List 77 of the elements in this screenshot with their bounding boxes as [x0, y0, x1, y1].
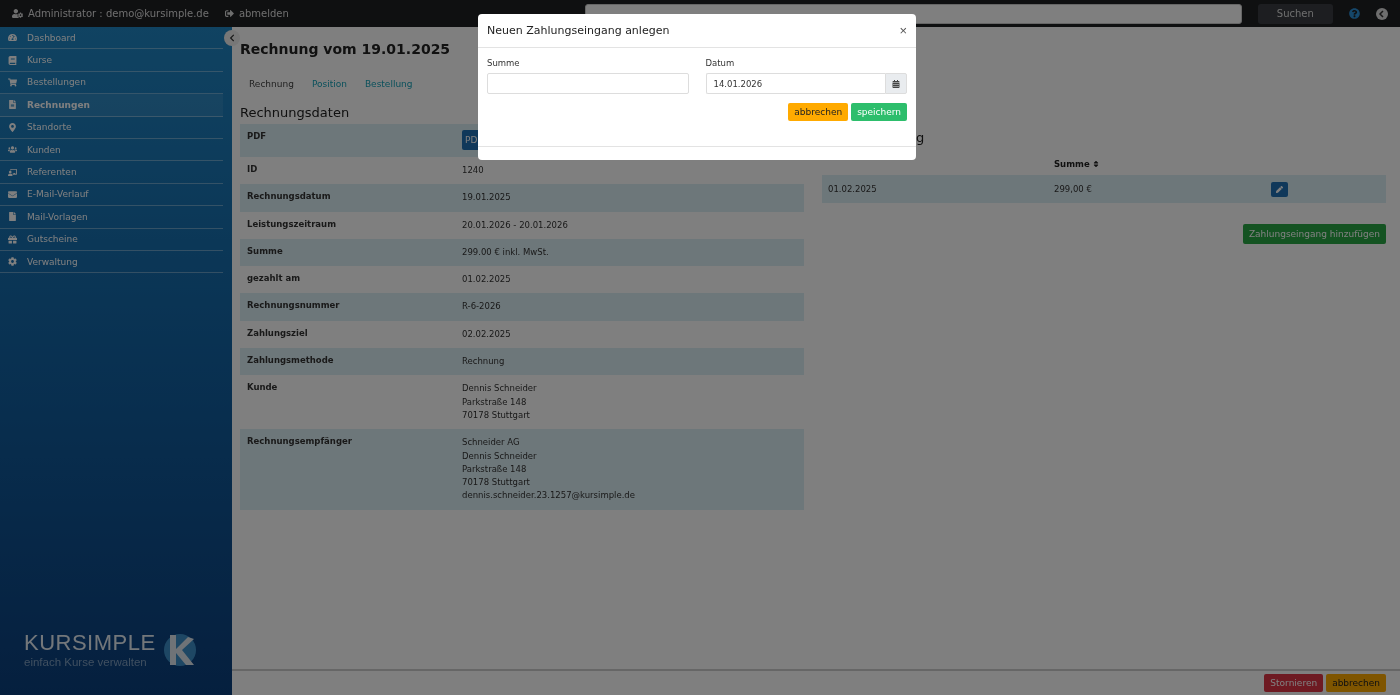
sidebar-item[interactable]: Mail-Vorlagen [0, 206, 223, 229]
edit-button[interactable] [1271, 181, 1288, 197]
footer-button[interactable]: Stornieren [1264, 674, 1324, 692]
table-cell-text: 299,00 € [1054, 184, 1093, 194]
envelope-icon [8, 189, 17, 199]
sort-icon [1091, 160, 1100, 168]
user-text: Administrator : demo@kursimple.de [28, 8, 209, 19]
page-title: Rechnung vom 19.01.2025 [240, 41, 452, 57]
sidebar-item[interactable]: Kunden [0, 138, 223, 162]
field-label: PDF [247, 131, 268, 143]
add-payment-button[interactable]: Zahlungseingang hinzufügen [1242, 224, 1386, 244]
sidebar-item[interactable]: Verwaltung [0, 250, 223, 274]
field-label: Zahlungsmethode [247, 355, 335, 368]
sidebar-item[interactable]: Kurse [0, 49, 223, 72]
field-label: Datum [705, 58, 736, 68]
field-label: Rechnungsempfänger [247, 436, 353, 449]
pencil-icon [1276, 185, 1283, 193]
tab[interactable]: Position [302, 75, 356, 93]
book-icon [8, 55, 17, 65]
field-value: 20.01.2026 - 20.01.2026 [462, 218, 568, 232]
logo-tagline: einfach Kurse verwalten [24, 656, 148, 668]
logout-icon [224, 9, 234, 18]
users-icon [8, 145, 17, 155]
dialog-button[interactable]: speichern [851, 103, 907, 121]
close-button[interactable]: × [899, 23, 907, 38]
field-value: 02.02.2025 [462, 327, 511, 341]
chevron-left-icon [228, 34, 236, 42]
field-label: Summe [487, 58, 521, 68]
cart-icon [8, 77, 17, 87]
tab[interactable]: Rechnung [240, 75, 303, 93]
calendar-icon [892, 79, 900, 88]
field-value: Rechnung [462, 355, 505, 369]
field-label: Rechnungsnummer [247, 300, 341, 313]
field-value: 01.02.2025 [462, 273, 511, 287]
field-label: Rechnungsdatum [247, 191, 332, 204]
section-heading: g [916, 130, 926, 145]
file-icon [8, 212, 17, 222]
field-label: Summe [247, 245, 284, 258]
field-label: ID [247, 164, 259, 176]
sidebar-toggle[interactable] [224, 30, 240, 46]
field-value: 1240 [462, 164, 484, 177]
tab[interactable]: Bestellung [355, 75, 422, 93]
field-value: 299.00 € inkl. MwSt. [462, 245, 549, 259]
search-button[interactable]: Suchen [1257, 3, 1333, 24]
footer-button[interactable]: abbrechen [1326, 674, 1386, 692]
sidebar-item[interactable]: Gutscheine [0, 228, 223, 251]
field-label: Leistungszeitraum [247, 218, 337, 231]
field-label: Kunde [247, 382, 279, 395]
field-value: Dennis Schneider Parkstraße 148 70178 Stuttgart [462, 382, 537, 422]
sidebar-item[interactable]: Bestellungen [0, 71, 223, 95]
sidebar-item[interactable]: E-Mail-Verlauf [0, 183, 223, 207]
sidebar-item[interactable]: Dashboard [0, 27, 223, 50]
table-cell-text: 01.02.2025 [828, 184, 878, 194]
column-header[interactable]: Summe [1054, 159, 1100, 169]
user-gear-icon [12, 8, 23, 19]
calendar-button[interactable] [885, 73, 907, 94]
field-label: Zahlungsziel [247, 327, 309, 340]
gear-icon [8, 257, 17, 267]
date-field[interactable]: 14.01.2026 [705, 73, 885, 94]
logo-name: KURSIMPLE [24, 630, 156, 656]
field-value: Schneider AG Dennis Schneider Parkstraße 148 70178 Stuttgart dennis.schneider.23.1257@kursimple.de [462, 436, 635, 503]
gauge-icon [8, 33, 17, 43]
field-value: 19.01.2025 [462, 191, 511, 205]
sidebar-item[interactable]: Referenten [0, 161, 223, 184]
logout-link[interactable]: abmelden [224, 8, 289, 19]
collapse-icon[interactable] [1376, 7, 1388, 20]
field-label: gezahlt am [247, 273, 302, 286]
dialog-title: Neuen Zahlungseingang anlegen [487, 24, 670, 37]
dialog-button[interactable]: abbrechen [788, 103, 849, 121]
gift-icon [8, 234, 17, 244]
document-icon [8, 100, 17, 110]
amount-field[interactable] [487, 73, 689, 94]
map-pin-icon [8, 122, 17, 132]
sidebar-item[interactable]: Standorte [0, 116, 223, 139]
teacher-icon [8, 167, 17, 177]
help-icon[interactable] [1349, 8, 1360, 19]
field-value: R-6-2026 [462, 300, 501, 314]
